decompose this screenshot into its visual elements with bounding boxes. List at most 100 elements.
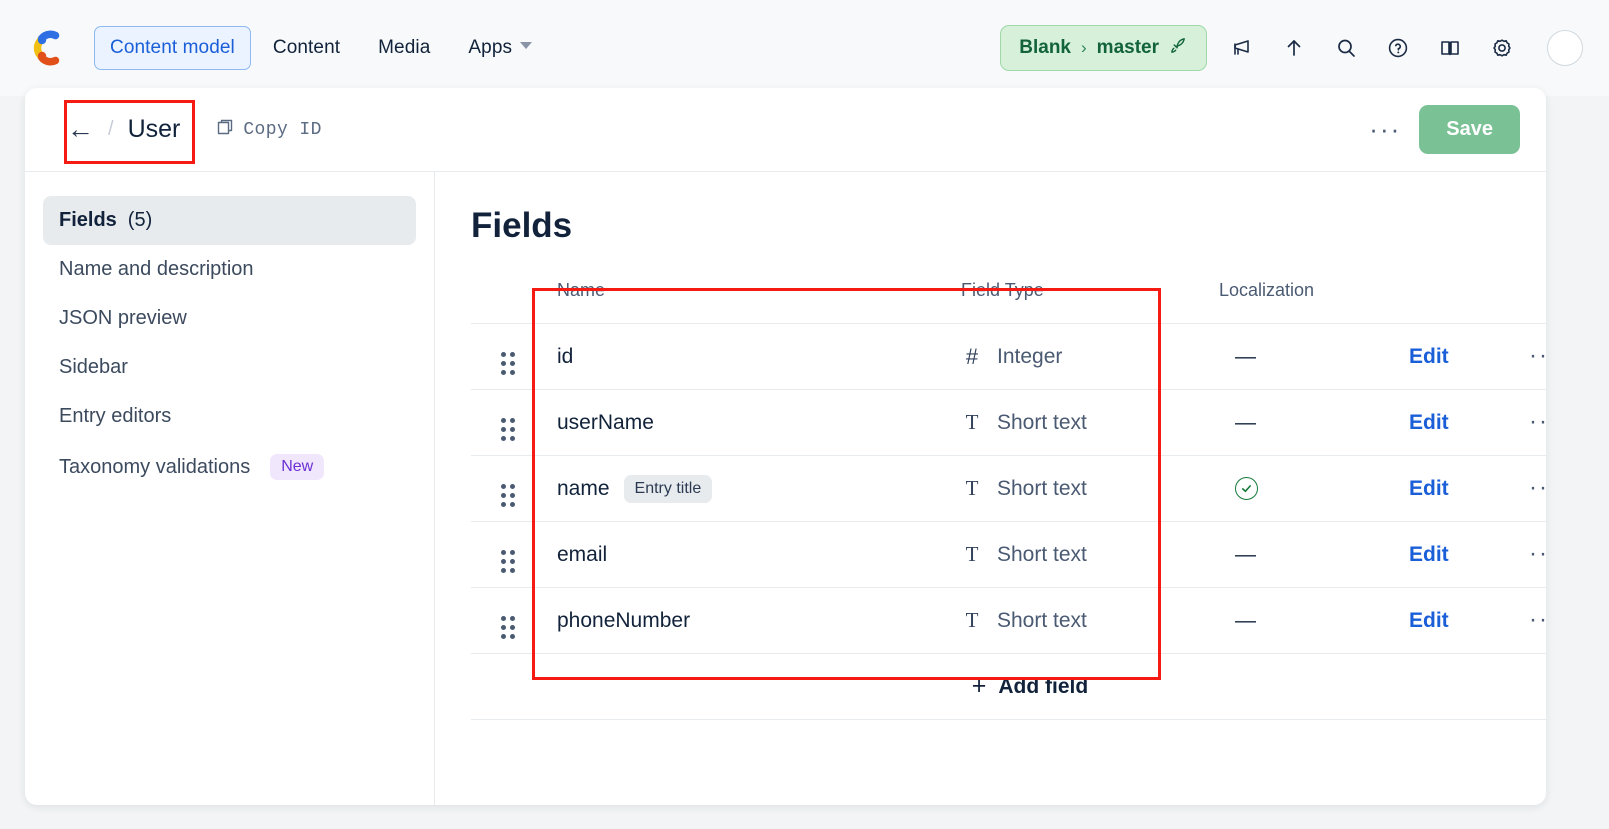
copy-id-button[interactable]: Copy ID bbox=[216, 118, 321, 142]
top-navigation-bar: Content model Content Media Apps Blank ›… bbox=[0, 0, 1609, 96]
add-field-row: + Add field bbox=[471, 653, 1546, 720]
edit-link[interactable]: Edit bbox=[1409, 477, 1449, 500]
gear-icon[interactable] bbox=[1489, 35, 1515, 61]
sidebar-item-name-and-description[interactable]: Name and description bbox=[43, 245, 416, 294]
content-type-editor-card: ← / User Copy ID ··· Save Fields (5) Nam… bbox=[25, 88, 1546, 805]
row-menu-cell: ··· bbox=[1529, 323, 1546, 390]
sidebar-item-count: (5) bbox=[127, 209, 153, 231]
drag-handle-icon[interactable] bbox=[471, 615, 515, 639]
short-text-type-icon: T bbox=[965, 542, 979, 566]
nav-tab-content-model[interactable]: Content model bbox=[94, 26, 251, 70]
drag-handle-icon[interactable] bbox=[471, 417, 515, 441]
row-menu-cell: ··· bbox=[1529, 455, 1546, 522]
field-name-cell: email bbox=[557, 521, 961, 588]
field-name: phoneNumber bbox=[557, 608, 691, 632]
edit-cell: Edit bbox=[1409, 587, 1529, 654]
field-type-cell: T Short text bbox=[961, 455, 1219, 522]
book-icon[interactable] bbox=[1437, 35, 1463, 61]
save-button[interactable]: Save bbox=[1419, 105, 1520, 154]
table-row[interactable]: name Entry title T Short text Edit · bbox=[471, 455, 1546, 522]
drag-cell bbox=[471, 389, 557, 456]
breadcrumb-separator-icon: › bbox=[1081, 38, 1087, 57]
edit-link[interactable]: Edit bbox=[1409, 411, 1449, 434]
new-badge: New bbox=[270, 454, 325, 480]
contentful-logo-icon[interactable] bbox=[30, 29, 68, 67]
localization-cell: — bbox=[1219, 521, 1409, 588]
sidebar-item-fields[interactable]: Fields (5) bbox=[43, 196, 416, 245]
edit-link[interactable]: Edit bbox=[1409, 345, 1449, 368]
field-type-label: Short text bbox=[997, 410, 1087, 434]
edit-link[interactable]: Edit bbox=[1409, 609, 1449, 632]
edit-link[interactable]: Edit bbox=[1409, 543, 1449, 566]
sidebar-item-label: JSON preview bbox=[59, 307, 187, 329]
nav-tab-media[interactable]: Media bbox=[362, 26, 446, 70]
primary-nav-tabs: Content model Content Media Apps bbox=[94, 26, 548, 70]
drag-handle-icon[interactable] bbox=[471, 549, 515, 573]
help-circle-icon[interactable] bbox=[1385, 35, 1411, 61]
breadcrumb-slash: / bbox=[108, 118, 114, 140]
table-row[interactable]: userName T Short text — Edit ··· bbox=[471, 389, 1546, 456]
sidebar-item-entry-editors[interactable]: Entry editors bbox=[43, 392, 416, 441]
localization-cell: — bbox=[1219, 389, 1409, 456]
table-row[interactable]: email T Short text — Edit ··· bbox=[471, 521, 1546, 588]
fields-table-body: id # Integer — Edit ··· bbox=[471, 323, 1546, 720]
short-text-type-icon: T bbox=[965, 410, 979, 434]
short-text-type-icon: T bbox=[965, 476, 979, 500]
row-actions-button[interactable]: ··· bbox=[1529, 607, 1546, 630]
col-field-type: Field Type bbox=[961, 280, 1044, 300]
plus-icon: + bbox=[971, 672, 987, 700]
sidebar-item-label: Taxonomy validations bbox=[59, 455, 251, 478]
add-field-button[interactable]: + Add field bbox=[972, 672, 1088, 701]
row-actions-button[interactable]: ··· bbox=[1529, 475, 1546, 498]
drag-handle-icon[interactable] bbox=[471, 351, 515, 375]
nav-tab-label: Apps bbox=[468, 37, 513, 58]
edit-cell: Edit bbox=[1409, 389, 1529, 456]
search-icon[interactable] bbox=[1333, 35, 1359, 61]
field-name-cell: phoneNumber bbox=[557, 587, 961, 654]
drag-cell bbox=[471, 323, 557, 390]
megaphone-icon[interactable] bbox=[1229, 35, 1255, 61]
col-menu bbox=[1529, 280, 1546, 324]
table-row[interactable]: id # Integer — Edit ··· bbox=[471, 323, 1546, 390]
drag-cell bbox=[471, 455, 557, 522]
user-avatar[interactable] bbox=[1547, 30, 1583, 66]
drag-cell bbox=[471, 521, 557, 588]
chevron-down-icon bbox=[520, 42, 533, 50]
copy-id-label: Copy ID bbox=[243, 119, 322, 140]
field-name: email bbox=[557, 542, 608, 566]
row-actions-button[interactable]: ··· bbox=[1529, 541, 1546, 564]
table-row[interactable]: phoneNumber T Short text — Edit ··· bbox=[471, 587, 1546, 654]
nav-tab-content[interactable]: Content bbox=[257, 26, 356, 70]
content-type-header: ← / User Copy ID ··· Save bbox=[25, 88, 1546, 172]
edit-cell: Edit bbox=[1409, 455, 1529, 522]
drag-cell bbox=[471, 587, 557, 654]
drag-handle-icon[interactable] bbox=[471, 483, 515, 507]
fields-table: Name Field Type Localization id # Intege… bbox=[471, 280, 1546, 720]
more-actions-button[interactable]: ··· bbox=[1351, 116, 1419, 143]
row-actions-button[interactable]: ··· bbox=[1529, 343, 1546, 366]
edit-cell: Edit bbox=[1409, 323, 1529, 390]
sidebar-item-sidebar[interactable]: Sidebar bbox=[43, 343, 416, 392]
field-type-cell: T Short text bbox=[961, 587, 1219, 654]
nav-tab-apps[interactable]: Apps bbox=[452, 26, 548, 70]
add-field-label: Add field bbox=[998, 674, 1089, 698]
field-type-label: Integer bbox=[997, 344, 1063, 368]
fields-heading: Fields bbox=[471, 206, 573, 245]
content-type-body: Fields (5) Name and description JSON pre… bbox=[25, 172, 1546, 805]
sidebar-item-json-preview[interactable]: JSON preview bbox=[43, 294, 416, 343]
field-name: userName bbox=[557, 410, 654, 434]
environment-selector[interactable]: Blank › master bbox=[1000, 25, 1207, 71]
row-actions-button[interactable]: ··· bbox=[1529, 409, 1546, 432]
short-text-type-icon: T bbox=[965, 608, 979, 632]
back-arrow-icon[interactable]: ← bbox=[67, 116, 94, 143]
nav-tab-label: Media bbox=[378, 37, 431, 58]
fields-table-head: Name Field Type Localization bbox=[471, 280, 1546, 324]
row-menu-cell: ··· bbox=[1529, 521, 1546, 588]
col-drag bbox=[471, 280, 557, 324]
field-type-label: Short text bbox=[997, 608, 1087, 632]
space-name: Blank bbox=[1019, 37, 1071, 58]
breadcrumb: ← / User bbox=[59, 107, 196, 152]
sidebar-item-taxonomy-validations[interactable]: Taxonomy validations New bbox=[43, 441, 416, 493]
upload-arrow-icon[interactable] bbox=[1281, 35, 1307, 61]
page-title: User bbox=[127, 115, 181, 143]
